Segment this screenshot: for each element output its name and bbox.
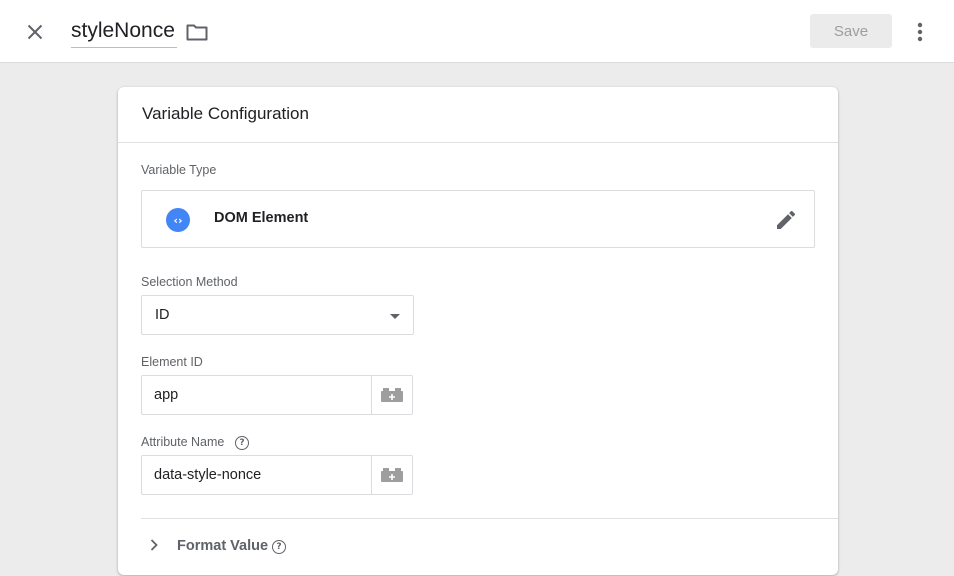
variable-brick-icon xyxy=(381,388,403,402)
section-divider xyxy=(141,518,838,519)
insert-variable-button[interactable] xyxy=(371,376,412,414)
help-icon[interactable]: ? xyxy=(235,436,249,450)
chevron-right-icon xyxy=(150,539,158,551)
folder-icon xyxy=(186,24,208,41)
insert-variable-button[interactable] xyxy=(371,456,412,494)
variable-type-selector[interactable]: ‹› DOM Element xyxy=(141,190,815,248)
edit-button[interactable] xyxy=(774,208,798,232)
attribute-name-label: Attribute Name xyxy=(141,435,225,449)
variable-type-label: Variable Type xyxy=(141,163,217,177)
selection-method-label: Selection Method xyxy=(141,275,238,289)
element-id-field xyxy=(141,375,413,415)
selection-method-value: ID xyxy=(155,307,170,323)
variable-brick-icon xyxy=(381,468,403,482)
code-icon: ‹› xyxy=(166,208,190,232)
folder-button[interactable] xyxy=(184,19,210,45)
close-button[interactable] xyxy=(22,19,48,45)
top-bar: styleNonce Save xyxy=(0,0,954,63)
format-value-label: Format Value xyxy=(177,538,269,554)
variable-configuration-card: Variable Configuration Variable Type ‹› … xyxy=(118,87,838,575)
help-icon[interactable]: ? xyxy=(272,540,286,554)
card-title: Variable Configuration xyxy=(142,104,309,123)
attribute-name-field xyxy=(141,455,413,495)
save-button[interactable]: Save xyxy=(810,14,892,48)
more-options-button[interactable] xyxy=(908,18,932,46)
element-id-input[interactable] xyxy=(142,376,371,414)
more-vert-icon xyxy=(917,22,923,42)
element-id-label: Element ID xyxy=(141,355,203,369)
format-value-expander[interactable]: Format Value xyxy=(141,532,441,560)
variable-type-name: DOM Element xyxy=(214,210,309,226)
dropdown-arrow-icon xyxy=(390,314,400,319)
close-icon xyxy=(27,24,43,40)
pencil-icon xyxy=(777,211,795,229)
selection-method-select[interactable]: ID xyxy=(141,295,414,335)
card-header: Variable Configuration xyxy=(118,87,838,143)
attribute-name-input[interactable] xyxy=(142,456,371,494)
variable-name-field[interactable]: styleNonce xyxy=(71,17,177,48)
